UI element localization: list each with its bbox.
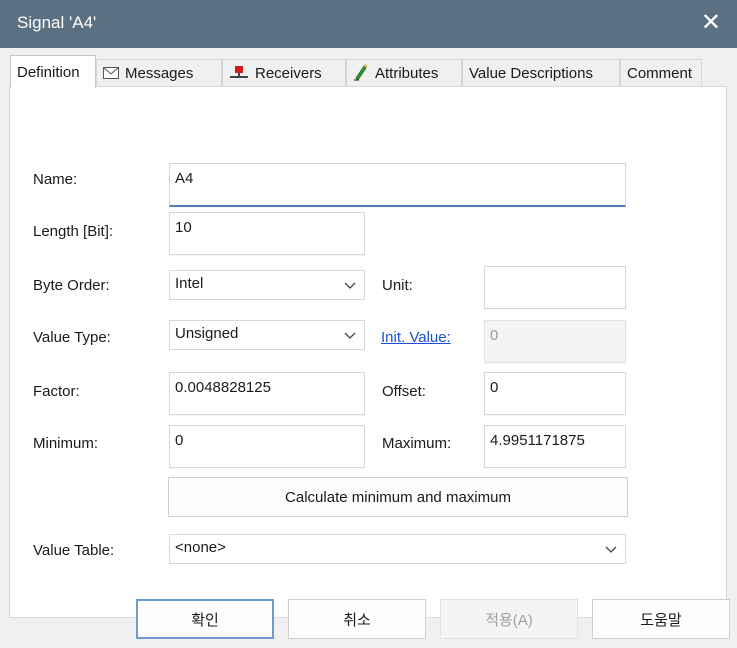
chevron-down-icon	[344, 282, 356, 289]
byte-order-value: Intel	[175, 275, 204, 292]
offset-input[interactable]: 0	[484, 372, 626, 415]
factor-input[interactable]: 0.0048828125	[169, 372, 365, 415]
tab-label: Definition	[17, 63, 80, 81]
window-title: Signal 'A4'	[17, 13, 97, 32]
tab-label: Value Descriptions	[469, 65, 593, 82]
title-bar: Signal 'A4' ✕	[0, 0, 737, 48]
length-input[interactable]: 10	[169, 212, 365, 255]
chevron-down-icon	[605, 546, 617, 553]
offset-label: Offset:	[382, 383, 426, 400]
unit-label: Unit:	[382, 277, 413, 294]
tab-definition[interactable]: Definition	[10, 55, 96, 88]
value-type-label: Value Type:	[33, 329, 111, 346]
value-table-select[interactable]: <none>	[169, 534, 626, 564]
value-type-value: Unsigned	[175, 325, 239, 342]
receiver-icon	[229, 65, 249, 82]
apply-button: 적용(A)	[440, 599, 578, 639]
tab-messages[interactable]: Messages	[96, 59, 222, 87]
ok-button[interactable]: 확인	[136, 599, 274, 639]
pen-icon	[353, 63, 369, 84]
close-icon[interactable]: ✕	[701, 8, 721, 37]
calculate-min-max-button[interactable]: Calculate minimum and maximum	[168, 477, 628, 517]
minimum-input[interactable]: 0	[169, 425, 365, 468]
tab-label: Attributes	[375, 65, 439, 82]
tab-label: Receivers	[255, 65, 322, 82]
maximum-input[interactable]: 4.9951171875	[484, 425, 626, 468]
definition-panel: Name: A4 Length [Bit]: 10 Byte Order: In…	[9, 86, 727, 618]
tab-label: Messages	[125, 65, 194, 82]
maximum-label: Maximum:	[382, 435, 452, 452]
name-input[interactable]: A4	[169, 163, 626, 207]
byte-order-select[interactable]: Intel	[169, 270, 365, 300]
value-table-label: Value Table:	[33, 542, 115, 559]
dialog-client: Definition Messages Receivers Attributes…	[0, 48, 737, 648]
value-type-select[interactable]: Unsigned	[169, 320, 365, 350]
init-value-input: 0	[484, 320, 626, 363]
unit-input[interactable]	[484, 266, 626, 309]
length-label: Length [Bit]:	[33, 223, 114, 240]
tab-receivers[interactable]: Receivers	[222, 59, 346, 87]
init-value-link[interactable]: Init. Value:	[381, 329, 451, 346]
chevron-down-icon	[344, 332, 356, 339]
value-table-value: <none>	[175, 539, 226, 556]
minimum-label: Minimum:	[33, 435, 99, 452]
name-label: Name:	[33, 171, 78, 188]
factor-label: Factor:	[33, 383, 80, 400]
tab-attributes[interactable]: Attributes	[346, 59, 462, 87]
tab-comment[interactable]: Comment	[620, 59, 702, 87]
tab-label: Comment	[627, 65, 693, 82]
help-button[interactable]: 도움말	[592, 599, 730, 639]
tab-value-descriptions[interactable]: Value Descriptions	[462, 59, 620, 87]
cancel-button[interactable]: 취소	[288, 599, 426, 639]
envelope-icon	[103, 66, 119, 82]
byte-order-label: Byte Order:	[33, 277, 110, 294]
